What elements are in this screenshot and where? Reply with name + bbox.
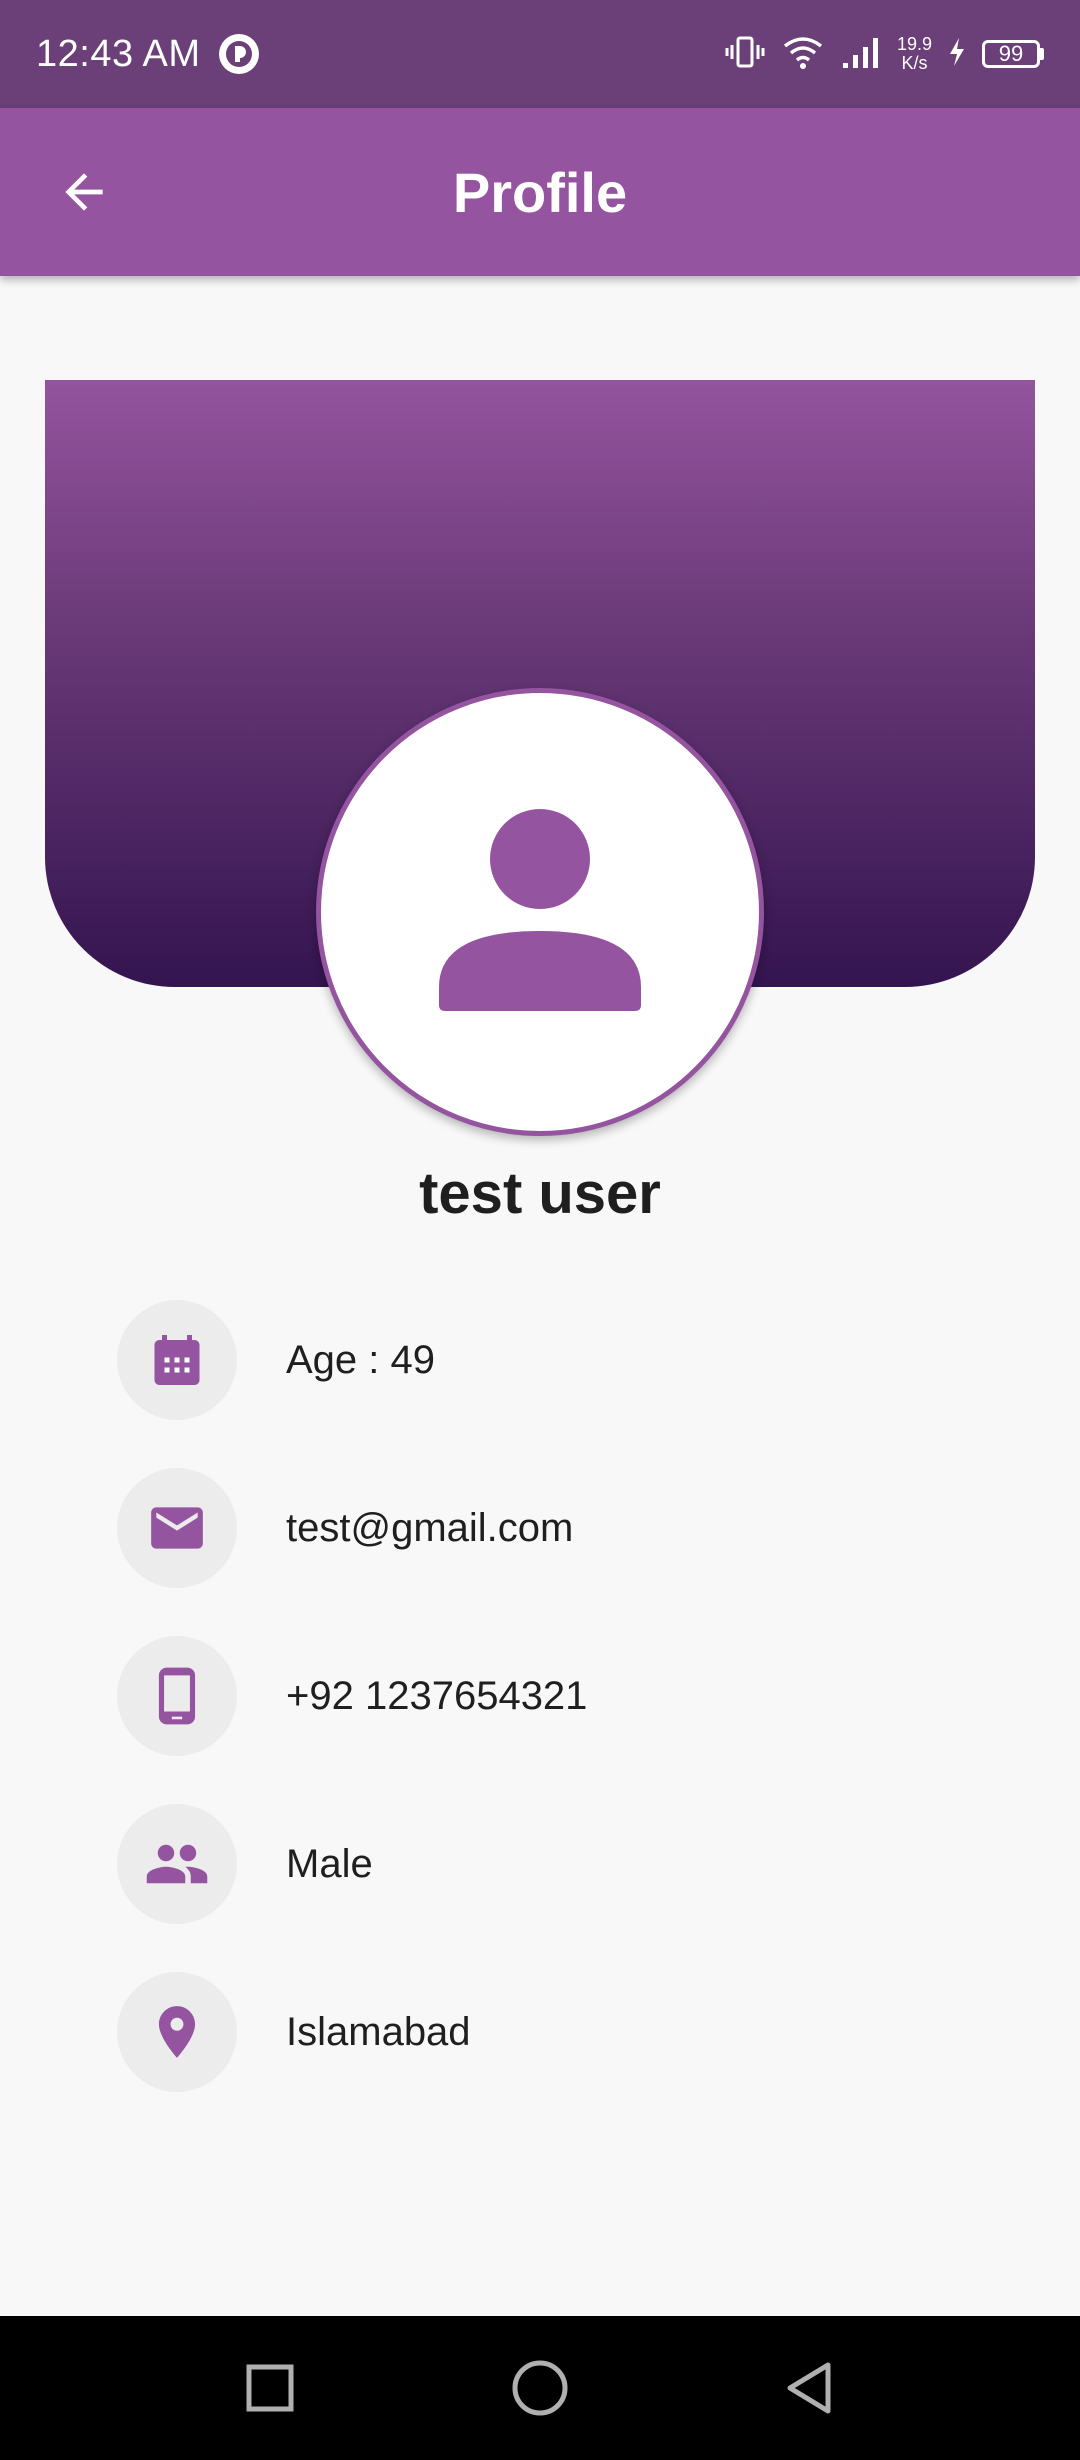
circle-icon (512, 2360, 568, 2416)
person-icon (439, 809, 641, 1011)
battery-level: 99 (998, 41, 1024, 66)
user-name: test user (419, 1161, 661, 1226)
status-time: 12:43 AM (36, 32, 201, 75)
info-row-gender: Male (117, 1804, 373, 1924)
arrow-back-icon (65, 173, 103, 211)
phone-text: +92 1237654321 (286, 1673, 588, 1718)
icon-circle (117, 1972, 237, 2092)
back-button[interactable] (52, 160, 116, 224)
square-icon (246, 2364, 294, 2412)
triangle-back-icon (787, 2362, 831, 2414)
back-nav-button[interactable] (778, 2356, 842, 2420)
icon-circle (117, 1636, 237, 1756)
charging-icon (948, 37, 966, 72)
icon-circle (117, 1804, 237, 1924)
app-notification-icon (218, 34, 259, 74)
info-row-phone: +92 1237654321 (117, 1636, 587, 1756)
avatar[interactable] (316, 688, 764, 1136)
calendar-icon (154, 1335, 200, 1385)
status-indicators: 19.9 K/s 99 (725, 32, 1044, 77)
age-text: Age : 49 (286, 1337, 436, 1382)
info-row-email: test@gmail.com (117, 1468, 573, 1588)
people-icon (146, 1844, 208, 1884)
system-nav-bar (0, 2316, 1080, 2460)
icon-circle (117, 1468, 237, 1588)
battery-indicator: 99 (982, 40, 1044, 68)
email-icon (151, 1507, 203, 1549)
icon-circle (117, 1300, 237, 1420)
location-pin-icon (158, 2006, 196, 2058)
email-text: test@gmail.com (286, 1505, 574, 1550)
app-bar: Profile (0, 108, 1080, 276)
location-text: Islamabad (286, 2009, 471, 2054)
network-speed: 19.9 K/s (897, 35, 932, 73)
page-title: Profile (452, 160, 628, 224)
home-button[interactable] (508, 2356, 572, 2420)
network-speed-unit: K/s (901, 53, 928, 73)
recents-button[interactable] (238, 2356, 302, 2420)
vibrate-icon (725, 32, 765, 77)
wifi-icon (781, 34, 825, 75)
gender-text: Male (286, 1841, 373, 1886)
info-row-age: Age : 49 (117, 1300, 435, 1420)
phone-icon (158, 1667, 196, 1725)
info-row-location: Islamabad (117, 1972, 471, 2092)
signal-icon (841, 35, 881, 74)
network-speed-value: 19.9 (896, 34, 932, 54)
status-bar: 12:43 AM 19.9 K/s 99 (0, 0, 1080, 108)
